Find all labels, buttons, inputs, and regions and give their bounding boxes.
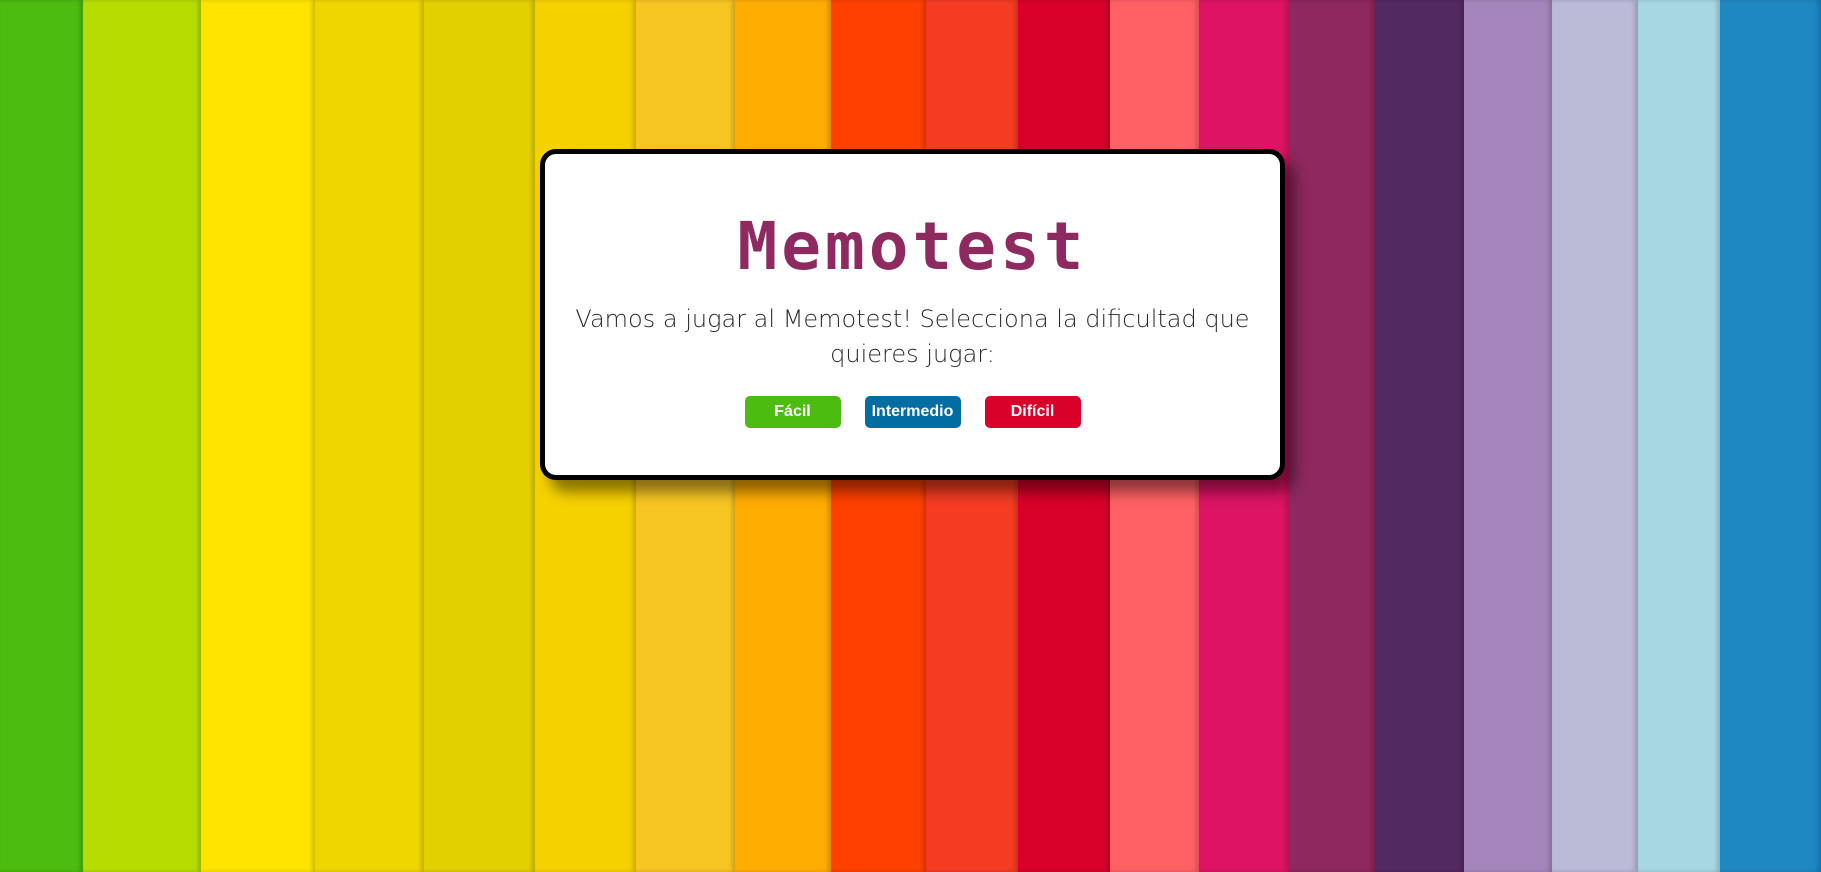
background-stripe [1288,0,1375,872]
instructions-text: Vamos a jugar al Memotest! Selecciona la… [575,305,1250,368]
hard-button[interactable]: Difícil [984,396,1081,428]
background-stripe [1719,0,1821,872]
difficulty-dialog: Memotest Vamos a jugar al Memotest! Sele… [540,149,1285,480]
background-stripe [1552,0,1639,872]
background-stripe [314,0,424,872]
background-stripe [0,0,84,872]
background-stripe [1374,0,1464,872]
background-stripe [83,0,202,872]
intermediate-button[interactable]: Intermedio [864,396,961,428]
background-stripe [1638,0,1720,872]
easy-button[interactable]: Fácil [744,396,841,428]
background-stripe [423,0,536,872]
background-stripe [201,0,315,872]
difficulty-buttons: Fácil Intermedio Difícil [545,396,1280,428]
background-stripe [1463,0,1553,872]
game-title: Memotest [737,208,1088,285]
